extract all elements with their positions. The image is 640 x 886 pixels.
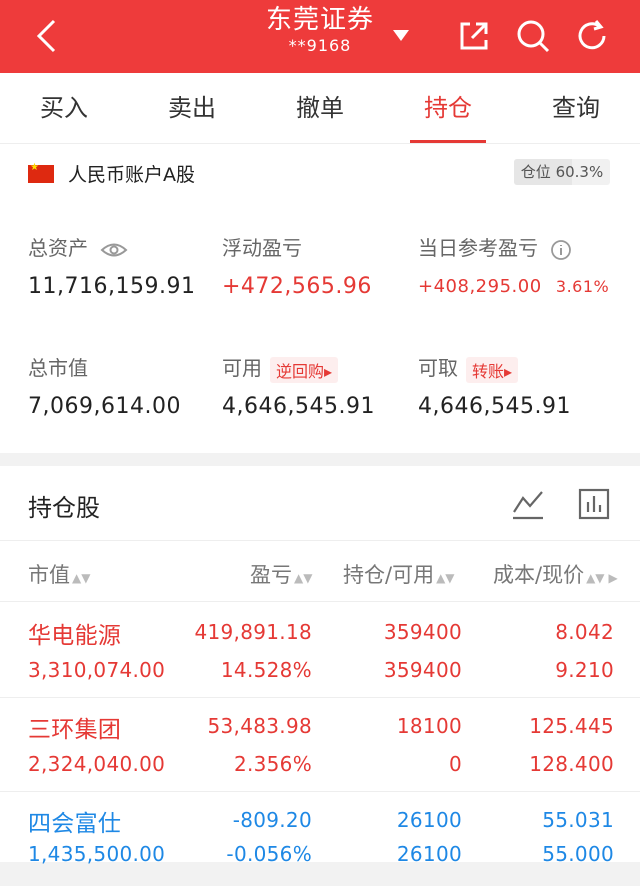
stock-market-value: 3,310,074.00 <box>28 658 166 682</box>
stock-available: 0 <box>448 752 462 776</box>
info-icon[interactable] <box>550 239 572 261</box>
today-pl-percent: 3.61% <box>555 277 610 296</box>
reverse-repo-button[interactable]: 逆回购▸ <box>270 356 339 383</box>
refresh-icon[interactable] <box>572 16 612 56</box>
trade-tabs: 买入 卖出 撤单 持仓 查询 <box>0 73 640 143</box>
stock-name: 三环集团 <box>28 717 122 743</box>
stock-pl: -809.20 <box>232 808 312 832</box>
sort-icon: ▲▼ <box>72 571 91 585</box>
account-selector[interactable]: 人民币账户A股 <box>28 160 195 187</box>
holdings-title: 持仓股 <box>28 494 100 522</box>
stock-cost: 125.445 <box>529 714 614 738</box>
col-position[interactable]: 持仓/可用 ▲▼ <box>343 559 455 589</box>
holding-row[interactable]: 华电能源 3,310,074.00 419,891.18 14.528% 359… <box>0 604 640 698</box>
position-ratio-badge: 仓位 60.3% <box>514 159 610 185</box>
broker-title: 东莞证券 <box>265 5 374 35</box>
account-summary: 人民币账户A股 仓位 60.3% 总资产 11,716,159.91 浮动盈亏 … <box>0 143 640 453</box>
scroll-right-icon: ▶ <box>608 571 618 585</box>
tab-holdings[interactable]: 持仓 <box>384 73 512 143</box>
account-number: **9168 <box>288 36 352 55</box>
stock-pl-percent: 14.528% <box>220 658 312 682</box>
china-flag-icon <box>28 162 54 183</box>
stock-market-value: 1,435,500.00 <box>28 842 166 866</box>
search-icon[interactable] <box>513 16 553 56</box>
caret-down-icon[interactable] <box>390 24 412 46</box>
bar-chart-icon[interactable] <box>576 486 612 522</box>
stock-market-value: 2,324,040.00 <box>28 752 166 776</box>
tab-cancel[interactable]: 撤单 <box>256 73 384 143</box>
col-pl[interactable]: 盈亏 ▲▼ <box>250 559 312 589</box>
stock-cost: 55.031 <box>542 808 614 832</box>
withdrawable-value: 4,646,545.91 <box>418 394 571 419</box>
share-icon[interactable] <box>454 16 494 56</box>
position-ratio-value: 60.3% <box>555 163 604 181</box>
tab-buy[interactable]: 买入 <box>0 73 128 143</box>
stock-pl: 419,891.18 <box>194 620 312 644</box>
sort-icon: ▲▼ <box>586 571 605 585</box>
stock-available: 26100 <box>396 842 462 866</box>
tab-sell[interactable]: 卖出 <box>128 73 256 143</box>
top-bar: 东莞证券 **9168 <box>0 0 640 73</box>
stock-pl: 53,483.98 <box>207 714 312 738</box>
eye-icon[interactable] <box>100 241 128 259</box>
chevron-left-icon <box>36 19 56 53</box>
market-value-value: 7,069,614.00 <box>28 394 181 419</box>
stock-price: 55.000 <box>542 842 614 866</box>
stock-position: 26100 <box>396 808 462 832</box>
market-value-label: 总市值 <box>28 356 88 380</box>
broker-switcher[interactable]: 东莞证券 **9168 <box>230 4 410 56</box>
floating-pl-value: +472,565.96 <box>222 274 372 299</box>
floating-pl-label: 浮动盈亏 <box>222 236 302 260</box>
stock-available: 359400 <box>383 658 462 682</box>
stock-price: 9.210 <box>555 658 614 682</box>
line-chart-icon[interactable] <box>510 486 546 522</box>
available-value: 4,646,545.91 <box>222 394 375 419</box>
holding-row[interactable]: 三环集团 2,324,040.00 53,483.98 2.356% 18100… <box>0 698 640 792</box>
stock-position: 359400 <box>383 620 462 644</box>
withdrawable-label: 可取 转账▸ <box>418 352 519 383</box>
position-ratio-label: 仓位 <box>520 163 551 181</box>
col-market-value[interactable]: 市值 ▲▼ <box>28 559 90 589</box>
tab-query[interactable]: 查询 <box>512 73 640 143</box>
transfer-button[interactable]: 转账▸ <box>466 356 519 383</box>
available-label: 可用 逆回购▸ <box>222 352 339 383</box>
total-assets-label: 总资产 <box>28 232 128 261</box>
holding-row[interactable]: 四会富仕 1,435,500.00 -809.20 -0.056% 26100 … <box>0 792 640 886</box>
col-cost-price[interactable]: 成本/现价 ▲▼ ▶ <box>493 559 618 589</box>
sort-icon: ▲▼ <box>436 571 455 585</box>
account-name: 人民币账户A股 <box>68 164 195 186</box>
sort-icon: ▲▼ <box>294 571 313 585</box>
today-pl-label: 当日参考盈亏 <box>418 232 572 261</box>
stock-name: 四会富仕 <box>28 811 122 837</box>
today-pl-value: +408,295.00 3.61% <box>418 276 610 297</box>
total-assets-value: 11,716,159.91 <box>28 274 196 299</box>
stock-cost: 8.042 <box>555 620 614 644</box>
stock-name: 华电能源 <box>28 623 122 649</box>
stock-pl-percent: 2.356% <box>233 752 312 776</box>
stock-position: 18100 <box>396 714 462 738</box>
stock-pl-percent: -0.056% <box>226 842 312 866</box>
holdings-column-header: 市值 ▲▼ 盈亏 ▲▼ 持仓/可用 ▲▼ 成本/现价 ▲▼ ▶ <box>0 540 640 602</box>
holdings-panel: 持仓股 市值 ▲▼ 盈亏 ▲▼ 持仓/可用 ▲▼ 成本/现价 ▲▼ ▶ 华电能源 3,31… <box>0 466 640 866</box>
stock-price: 128.400 <box>529 752 614 776</box>
back-button[interactable] <box>26 14 66 58</box>
